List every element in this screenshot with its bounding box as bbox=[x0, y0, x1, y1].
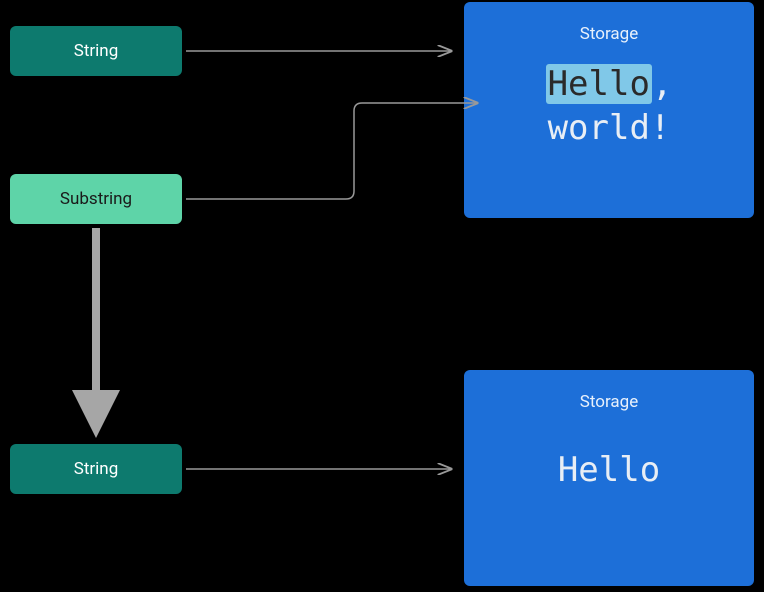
substring-box: Substring bbox=[10, 174, 182, 224]
storage-box-copy: Storage Hello bbox=[464, 370, 754, 586]
string-source-label: String bbox=[74, 41, 118, 61]
storage-shared-label: Storage bbox=[580, 24, 638, 44]
substring-label: Substring bbox=[60, 189, 132, 209]
arrow-substring-to-highlight bbox=[186, 103, 477, 199]
storage-line2: world! bbox=[548, 108, 671, 148]
string-result-label: String bbox=[74, 459, 118, 479]
highlighted-substring: Hello bbox=[546, 64, 652, 104]
string-source-box: String bbox=[10, 26, 182, 76]
storage-box-shared: Storage Hello, world! bbox=[464, 2, 754, 218]
string-result-box: String bbox=[10, 444, 182, 494]
storage-shared-content: Hello, world! bbox=[546, 62, 673, 150]
storage-copy-label: Storage bbox=[580, 392, 638, 412]
storage-rest-line1: , bbox=[652, 64, 672, 104]
storage-copy-content: Hello bbox=[558, 448, 660, 492]
